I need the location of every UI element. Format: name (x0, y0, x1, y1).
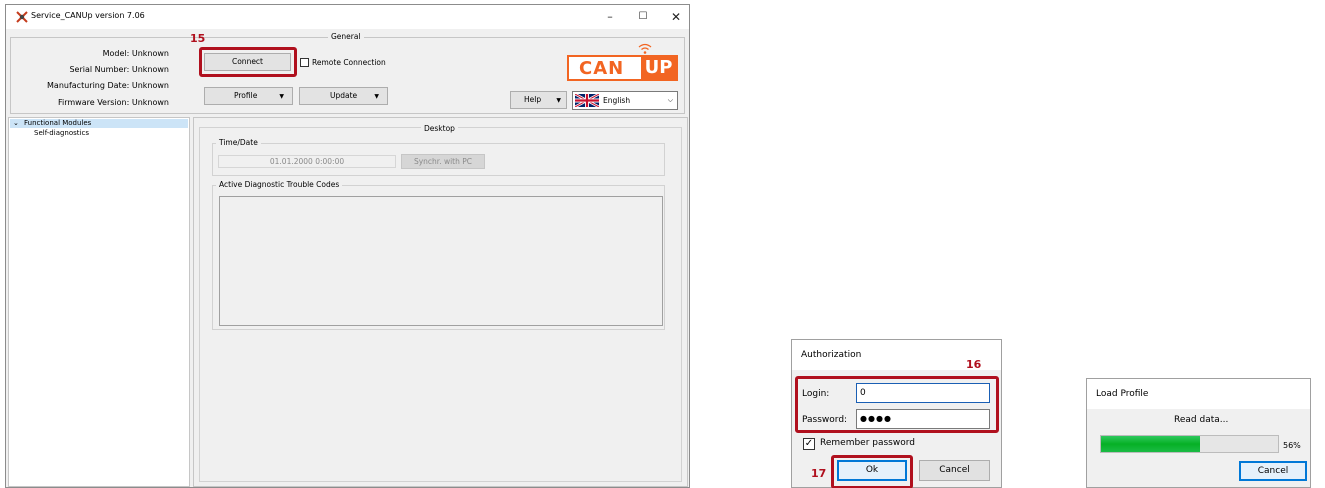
expand-icon[interactable]: ⌄ (13, 119, 19, 127)
dtc-label: Active Diagnostic Trouble Codes (216, 180, 343, 189)
maximize-button[interactable]: ☐ (632, 7, 654, 27)
firmware-version-label: Firmware Version: Unknown (57, 98, 169, 107)
chevron-down-icon: ▼ (374, 93, 379, 100)
language-select[interactable]: English ⌵ (572, 91, 678, 110)
help-dropdown-button[interactable]: Help ▼ (510, 91, 567, 109)
firmware-version-value: Unknown (131, 98, 169, 107)
desktop-panel: Desktop Time/Date 01.01.2000 0:00:00 Syn… (193, 117, 688, 487)
manufacturing-date-value: Unknown (131, 81, 169, 90)
title-bar: Service_CANUp version 7.06 – ☐ ✕ (6, 5, 689, 29)
progress-percent: 56% (1283, 441, 1301, 450)
minimize-button[interactable]: – (599, 7, 621, 27)
connect-button[interactable]: Connect (204, 53, 291, 71)
language-value: English (603, 96, 631, 105)
password-label: Password: (802, 415, 848, 425)
cancel-button[interactable]: Cancel (1239, 461, 1307, 481)
progress-fill (1101, 436, 1201, 452)
update-dropdown-button[interactable]: Update ▼ (299, 87, 388, 105)
remote-connection-label: Remote Connection (312, 58, 386, 67)
profile-dropdown-button[interactable]: Profile ▼ (204, 87, 293, 105)
authorization-dialog: Authorization 16 Login: 0 Password: ●●●●… (791, 339, 1002, 488)
step-15-marker: 15 (190, 32, 206, 45)
step-17-marker: 17 (811, 467, 827, 480)
window-title: Service_CANUp version 7.06 (31, 11, 145, 20)
load-profile-dialog: Load Profile Read data... 56% Cancel (1086, 378, 1311, 488)
cancel-button[interactable]: Cancel (919, 460, 990, 481)
dtc-list[interactable] (219, 196, 663, 326)
model-value: Unknown (131, 49, 169, 58)
chevron-down-icon: ▼ (556, 97, 561, 104)
chevron-down-icon: ⌵ (667, 96, 673, 104)
login-field[interactable]: 0 (856, 383, 990, 403)
login-label: Login: (802, 389, 830, 399)
timedate-label: Time/Date (216, 138, 261, 147)
password-field[interactable]: ●●●● (856, 409, 990, 429)
serial-number-value: Unknown (131, 65, 169, 74)
close-button[interactable]: ✕ (665, 7, 687, 27)
progress-bar (1100, 435, 1279, 453)
tree-item-functional-modules[interactable]: ⌄ Functional Modules (10, 119, 188, 128)
desktop-group-label: Desktop (421, 124, 458, 133)
canup-logo: CAN UP (567, 55, 678, 81)
manufacturing-date-label: Manufacturing Date: Unknown (47, 81, 169, 90)
status-text: Read data... (1174, 415, 1229, 425)
wireless-icon (638, 43, 652, 54)
remember-password-checkbox[interactable]: ✓ (803, 438, 815, 450)
tree-item-self-diagnostics[interactable]: Self-diagnostics (34, 129, 89, 137)
serial-number-label: Serial Number: Unknown (69, 65, 169, 74)
remote-connection-checkbox[interactable] (300, 58, 309, 67)
uk-flag-icon (575, 94, 599, 107)
main-window: Service_CANUp version 7.06 – ☐ ✕ General… (5, 4, 690, 488)
ok-button[interactable]: Ok (837, 460, 907, 481)
chevron-down-icon: ▼ (279, 93, 284, 100)
step-16-marker: 16 (966, 358, 982, 371)
datetime-field: 01.01.2000 0:00:00 (218, 155, 396, 168)
general-group-label: General (328, 32, 364, 41)
module-tree: ⌄ Functional Modules Self-diagnostics (8, 117, 190, 487)
dialog-title: Load Profile (1087, 379, 1310, 409)
sync-with-pc-button[interactable]: Synchr. with PC (401, 154, 485, 169)
app-icon (16, 11, 28, 23)
tree-item-label: Functional Modules (24, 119, 92, 127)
model-label: Model: Unknown (102, 49, 169, 58)
remember-password-label: Remember password (820, 438, 915, 448)
